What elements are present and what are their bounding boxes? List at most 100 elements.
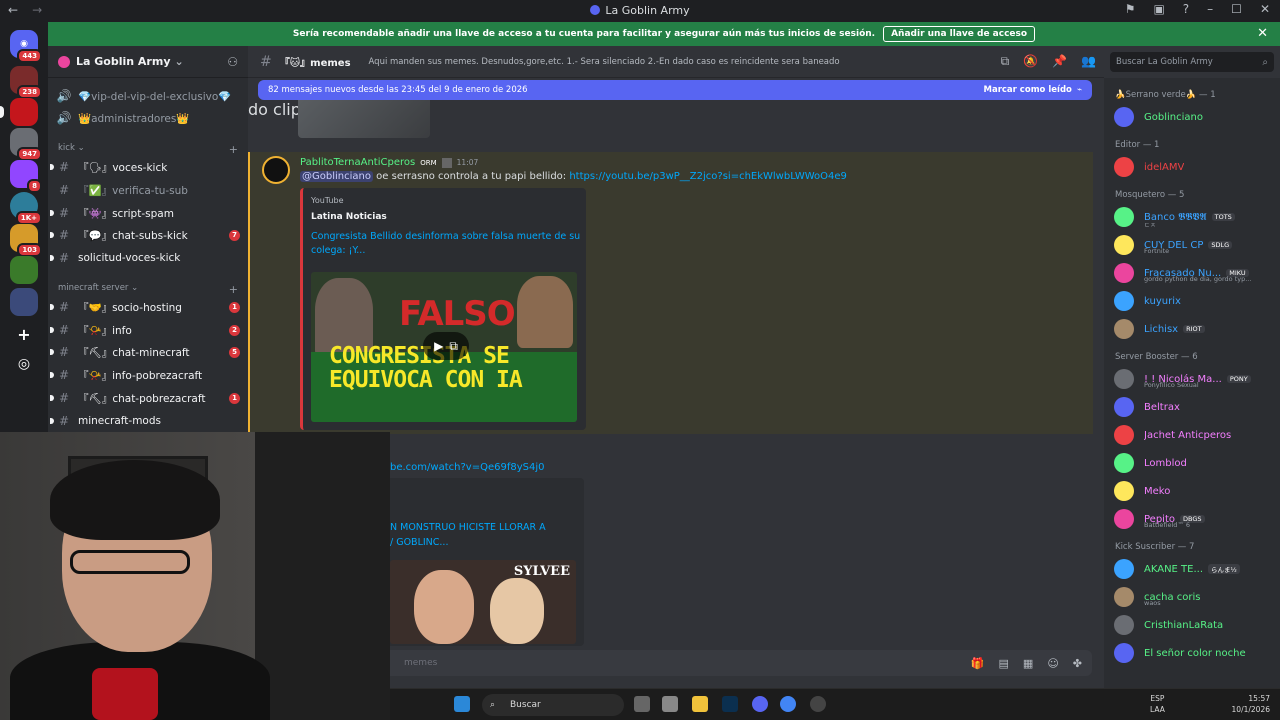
server-icon[interactable]	[10, 288, 38, 316]
channel-label: 『📯』info	[78, 324, 132, 337]
member-item[interactable]: Beltrax	[1114, 394, 1276, 420]
server-icon[interactable]: 103	[10, 224, 42, 257]
server-icon[interactable]	[10, 256, 38, 284]
member-item[interactable]: AKANE TE... らんま½	[1114, 556, 1276, 582]
mark-read-button[interactable]: Marcar como leído	[984, 85, 1072, 95]
user-mention[interactable]: @Goblinciano	[300, 171, 373, 182]
twitch-server-icon[interactable]: 8	[10, 160, 42, 193]
member-item[interactable]: ! ! Nicolás Ma... PONY Ponyfílico Sexual	[1114, 366, 1276, 392]
minimize-icon[interactable]: –	[1207, 2, 1213, 16]
forward-arrow-icon[interactable]: →	[32, 3, 42, 17]
channel-topic[interactable]: Aqui manden sus memes. Desnudos,gore,etc…	[369, 57, 840, 67]
close-window-icon[interactable]: ✕	[1260, 2, 1270, 16]
member-item[interactable]: kuyurix	[1114, 288, 1276, 314]
channel-item[interactable]: # 『✅』verifica-tu-sub	[56, 180, 240, 200]
clock[interactable]: 15:57 10/1/2026	[1232, 693, 1270, 715]
category-kick[interactable]: kick ⌄ +	[58, 143, 238, 156]
guild-header[interactable]: La Goblin Army ⌄ ⚇	[48, 46, 248, 78]
hash-icon: #	[58, 368, 70, 382]
task-view-icon[interactable]	[634, 696, 650, 712]
channel-item[interactable]: # 『🤝』socio-hosting 1	[50, 297, 240, 317]
add-channel-icon[interactable]: +	[229, 143, 238, 156]
app-icon[interactable]	[662, 696, 678, 712]
server-icon[interactable]	[0, 98, 38, 126]
author-name[interactable]: PablitoTernaAntiCperos	[300, 157, 415, 168]
invite-icon[interactable]: ⚇	[227, 55, 238, 69]
channel-item[interactable]: # minecraft-mods	[50, 411, 240, 431]
message-link[interactable]: https://youtu.be/p3wP__Z2jco?si=chEkWlwb…	[569, 171, 847, 182]
discover-icon[interactable]: ◎	[10, 350, 38, 378]
member-list-icon[interactable]: 👥	[1081, 54, 1096, 69]
close-banner-icon[interactable]: ✕	[1257, 26, 1268, 41]
channel-item[interactable]: 🔊 💎vip-del-vip-del-exclusivo💎	[56, 86, 240, 106]
discord-taskbar-icon[interactable]	[752, 696, 768, 712]
video-thumbnail[interactable]: SYLVEE	[390, 560, 576, 644]
play-button[interactable]: ▶ ⧉	[423, 332, 469, 360]
gif-icon[interactable]: ▤	[999, 657, 1009, 670]
maximize-icon[interactable]: ☐	[1231, 2, 1242, 16]
member-item[interactable]: Banco 𝕭𝕭𝖁𝕬 TOTS ㄷㅈ	[1114, 204, 1276, 230]
member-item[interactable]: idelAMV	[1114, 154, 1276, 180]
server-icon[interactable]: 1K+	[10, 192, 42, 225]
channel-item[interactable]: # 『⛏』chat-pobrezacraft 1	[50, 388, 240, 408]
home-button[interactable]: ◉ 443	[10, 30, 42, 63]
member-item[interactable]: Meko	[1114, 478, 1276, 504]
member-item[interactable]: Lichisx RIOT	[1114, 316, 1276, 342]
pin-icon[interactable]: 📌	[1052, 54, 1067, 69]
chrome-icon[interactable]	[780, 696, 796, 712]
mute-bell-icon[interactable]: 🔕	[1023, 54, 1038, 69]
mention-badge: 7	[229, 229, 240, 241]
member-item[interactable]: CristhianLaRata	[1114, 612, 1276, 638]
embed-title[interactable]: N MONSTRUO HICISTE LLORAR A / GOBLINC...	[390, 520, 546, 550]
new-messages-bar[interactable]: 82 mensajes nuevos desde las 23:45 del 9…	[258, 80, 1092, 100]
apps-icon[interactable]: ✤	[1073, 657, 1082, 670]
unread-badge: 1K+	[15, 211, 42, 225]
member-item[interactable]: Goblinciano	[1114, 104, 1276, 130]
member-item[interactable]: Fracasado Nu... MIKU gordo python de dia, …	[1114, 260, 1276, 286]
embed-author[interactable]: Latina Noticias	[311, 212, 578, 222]
channel-item[interactable]: # solicitud-voces-kick	[50, 248, 240, 268]
add-server-icon[interactable]: +	[10, 320, 38, 348]
category-minecraft[interactable]: minecraft server ⌄ +	[58, 283, 238, 296]
channel-item[interactable]: # 『👾』script-spam	[50, 203, 240, 223]
server-icon[interactable]: 947	[10, 128, 42, 161]
member-item[interactable]: Pepito DBGS Battlefield™ 6	[1114, 506, 1276, 532]
start-icon[interactable]	[454, 696, 470, 712]
channel-item[interactable]: # 『📯』info 2	[50, 320, 240, 340]
member-item[interactable]: cacha coris waos	[1114, 584, 1276, 610]
photoshop-icon[interactable]	[722, 696, 738, 712]
member-item[interactable]: Jachet Anticperos	[1114, 422, 1276, 448]
member-item[interactable]: Lomblod	[1114, 450, 1276, 476]
taskbar-search[interactable]: ⌕ Buscar	[482, 694, 624, 716]
emoji-icon[interactable]: ☺	[1047, 657, 1058, 670]
add-channel-icon[interactable]: +	[229, 283, 238, 296]
channel-item[interactable]: 🔊 👑administradores👑	[56, 108, 240, 128]
add-passkey-button[interactable]: Añadir una llave de acceso	[883, 26, 1036, 42]
gift-icon[interactable]: 🎁	[971, 657, 985, 670]
channel-item[interactable]: # 『🗣』voces-kick	[50, 157, 240, 177]
app-icon[interactable]	[810, 696, 826, 712]
channel-label: 『🗣』voces-kick	[78, 161, 168, 174]
channel-item[interactable]: # 『⛏』chat-minecraft 5	[50, 342, 240, 362]
language-indicator[interactable]: ESP LAA	[1150, 693, 1165, 715]
channel-item[interactable]: # 『💬』chat-subs-kick 7	[50, 225, 240, 245]
embed-title[interactable]: Congresista Bellido desinforma sobre fal…	[311, 230, 581, 258]
active-pill	[0, 106, 4, 118]
file-explorer-icon[interactable]	[692, 696, 708, 712]
avatar[interactable]	[262, 156, 290, 184]
video-thumbnail[interactable]: FALSO CONGRESISTA SE EQUIVOCA CON IA ▶ ⧉	[311, 272, 577, 422]
threads-icon[interactable]: ⧉	[1001, 54, 1010, 69]
screen-share-icon[interactable]: ▣	[1153, 2, 1164, 16]
channel-item[interactable]: # 『📯』info-pobrezacraft	[50, 365, 240, 385]
server-icon[interactable]: 238	[10, 66, 42, 99]
member-item[interactable]: El señor color noche	[1114, 640, 1276, 666]
inbox-flag-icon[interactable]: ⚑	[1125, 2, 1136, 16]
sticker-icon[interactable]: ▦	[1023, 657, 1033, 670]
back-arrow-icon[interactable]: ←	[8, 3, 18, 17]
member-item[interactable]: CUY DEL CP SDLG Fortnite	[1114, 232, 1276, 258]
search-input[interactable]: Buscar La Goblin Army ⌕	[1110, 52, 1274, 72]
message-link[interactable]: be.com/watch?v=Qe69f8yS4j0	[390, 462, 544, 473]
member-name: El señor color noche	[1144, 647, 1246, 659]
previous-image-attachment[interactable]	[298, 100, 430, 138]
help-icon[interactable]: ?	[1183, 2, 1189, 16]
